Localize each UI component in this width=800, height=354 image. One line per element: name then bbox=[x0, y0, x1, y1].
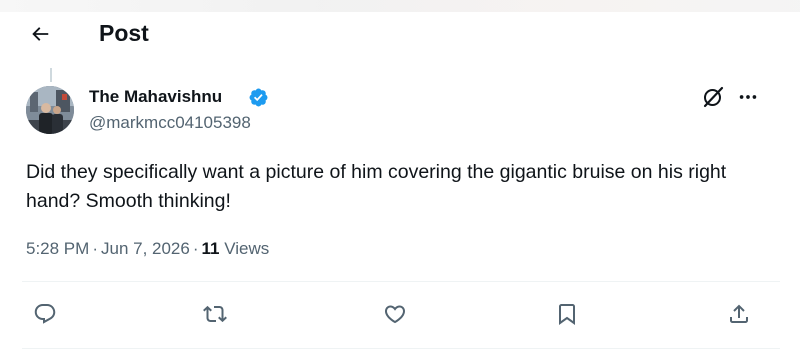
post-meta: 5:28 PM · Jun 7, 2026 · 11 Views bbox=[26, 239, 269, 259]
meta-separator: · bbox=[92, 239, 98, 258]
share-icon bbox=[727, 302, 751, 331]
divider bbox=[22, 281, 780, 282]
post-date[interactable]: Jun 7, 2026 bbox=[101, 239, 190, 258]
divider bbox=[22, 348, 780, 349]
more-options-button[interactable] bbox=[734, 86, 762, 112]
repost-icon bbox=[203, 302, 227, 331]
repost-button[interactable] bbox=[200, 301, 230, 331]
grok-button[interactable] bbox=[700, 86, 726, 112]
like-button[interactable] bbox=[380, 301, 410, 331]
bookmark-button[interactable] bbox=[552, 301, 582, 331]
post-time[interactable]: 5:28 PM bbox=[26, 239, 89, 258]
more-dots-icon bbox=[737, 86, 759, 113]
post-page: Post The Mahavishnu @markmcc04105398 Did… bbox=[0, 0, 800, 354]
post-text: Did they specifically want a picture of … bbox=[26, 161, 727, 212]
arrow-left-icon bbox=[29, 23, 51, 50]
author-handle[interactable]: @markmcc04105398 bbox=[89, 113, 251, 133]
page-title: Post bbox=[99, 20, 149, 46]
reply-icon bbox=[33, 302, 57, 331]
reply-button[interactable] bbox=[30, 301, 60, 331]
avatar-photo bbox=[26, 86, 74, 134]
verified-badge-icon bbox=[248, 87, 269, 108]
grok-icon bbox=[701, 85, 725, 114]
back-button[interactable] bbox=[22, 18, 58, 54]
author-display-name[interactable]: The Mahavishnu bbox=[89, 87, 222, 107]
heart-icon bbox=[383, 302, 407, 331]
avatar[interactable] bbox=[26, 86, 74, 134]
meta-separator: · bbox=[192, 239, 199, 258]
share-button[interactable] bbox=[724, 301, 754, 331]
views-count: 11 bbox=[201, 239, 220, 258]
views-label: Views bbox=[224, 239, 270, 258]
thread-connector-line bbox=[50, 68, 52, 82]
header: Post bbox=[0, 10, 800, 60]
bookmark-icon bbox=[555, 302, 579, 331]
